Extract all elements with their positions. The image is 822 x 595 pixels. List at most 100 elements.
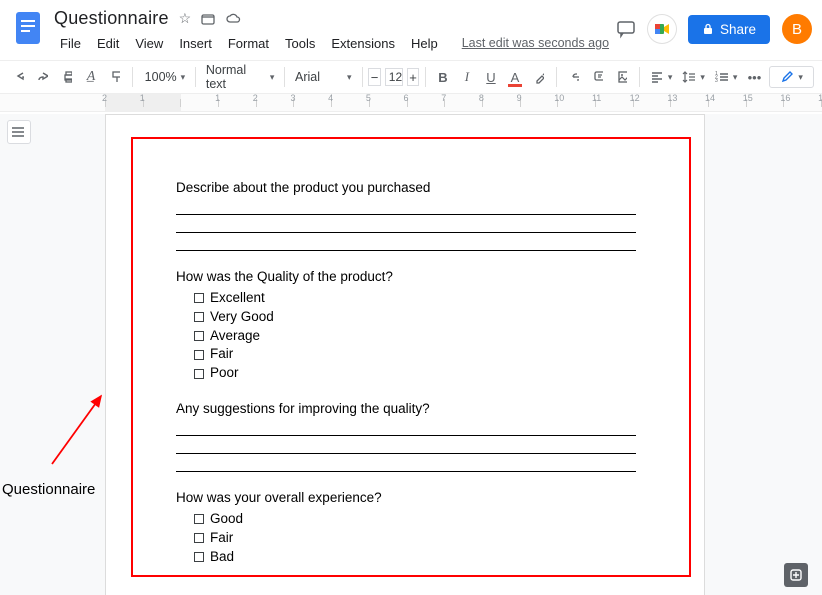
checkbox-icon	[194, 293, 204, 303]
ruler-tick: 10	[557, 99, 595, 107]
editing-mode-dropdown[interactable]: ▾	[769, 66, 814, 88]
checkbox-option[interactable]: Good	[194, 510, 636, 529]
menu-format[interactable]: Format	[222, 33, 275, 54]
paragraph-style-dropdown[interactable]: Normal text ▾	[202, 61, 279, 93]
blank-line	[176, 235, 636, 251]
chevron-down-icon: ▾	[700, 72, 705, 83]
star-icon[interactable]: ☆	[179, 10, 192, 27]
checkbox-option[interactable]: Poor	[194, 364, 636, 383]
show-outline-button[interactable]	[7, 120, 31, 144]
checkbox-option[interactable]: Excellent	[194, 289, 636, 308]
cloud-status-icon[interactable]	[225, 13, 241, 25]
blank-line	[176, 438, 636, 454]
more-tools-button[interactable]: •••	[743, 64, 765, 90]
comment-history-icon[interactable]	[616, 19, 636, 39]
ruler-tick: 1	[218, 99, 256, 107]
ruler-tick: 5	[369, 99, 407, 107]
checkbox-option[interactable]: Fair	[194, 529, 636, 548]
document-body[interactable]: Describe about the product you purchased…	[176, 180, 636, 585]
spellcheck-button[interactable]: A̲	[80, 64, 102, 90]
line-spacing-dropdown[interactable]: ▾	[678, 69, 709, 85]
last-edit-link[interactable]: Last edit was seconds ago	[456, 33, 615, 54]
bold-button[interactable]: B	[432, 64, 454, 90]
style-value: Normal text	[206, 63, 266, 91]
text-color-button[interactable]: A	[504, 64, 526, 90]
ruler-tick: 9	[520, 99, 558, 107]
option-label: Poor	[210, 365, 239, 382]
blank-line	[176, 199, 636, 215]
checkbox-option[interactable]: Very Good	[194, 308, 636, 327]
chevron-down-icon: ▾	[668, 72, 673, 83]
svg-text:3: 3	[715, 78, 718, 83]
checkbox-icon	[194, 369, 204, 379]
option-label: Bad	[210, 549, 234, 566]
chevron-down-icon: ▾	[181, 72, 186, 83]
share-button[interactable]: Share	[688, 15, 770, 44]
share-label: Share	[720, 22, 756, 37]
checkbox-option[interactable]: Bad	[194, 548, 636, 567]
menu-edit[interactable]: Edit	[91, 33, 125, 54]
checkbox-option[interactable]: Average	[194, 327, 636, 346]
insert-link-button[interactable]	[563, 64, 586, 90]
menu-extensions[interactable]: Extensions	[325, 33, 401, 54]
menu-help[interactable]: Help	[405, 33, 444, 54]
list-dropdown[interactable]: 123▾	[711, 69, 742, 85]
menu-insert[interactable]: Insert	[173, 33, 218, 54]
add-comment-button[interactable]	[587, 64, 609, 90]
header-right: Share B	[616, 14, 812, 44]
document-title[interactable]: Questionnaire	[54, 8, 169, 29]
title-row: Questionnaire ☆	[52, 6, 616, 31]
ruler-tick: 3	[293, 99, 331, 107]
ruler-tick: 13	[670, 99, 708, 107]
annotation-arrow-icon	[2, 369, 102, 479]
menu-tools[interactable]: Tools	[279, 33, 321, 54]
document-page[interactable]: Describe about the product you purchased…	[105, 114, 705, 595]
horizontal-ruler[interactable]: 21123456789101112131415161718	[0, 94, 822, 112]
move-icon[interactable]	[201, 12, 215, 26]
chevron-down-icon: ▾	[798, 72, 803, 83]
zoom-dropdown[interactable]: 100%▾	[139, 68, 190, 86]
option-label: Very Good	[210, 309, 274, 326]
toolbar: A̲ 100%▾ Normal text▾ Arial▾ − 12 + B I …	[0, 60, 822, 94]
ruler-tick: 2	[105, 99, 143, 107]
paint-format-button[interactable]	[104, 64, 126, 90]
option-label: Excellent	[210, 290, 265, 307]
print-button[interactable]	[56, 64, 78, 90]
insert-image-button[interactable]	[611, 64, 633, 90]
decrease-fontsize-button[interactable]: −	[368, 68, 381, 86]
question-1: Describe about the product you purchased	[176, 180, 636, 251]
blank-line	[176, 456, 636, 472]
pencil-icon	[780, 70, 794, 84]
menu-file[interactable]: File	[54, 33, 87, 54]
explore-button[interactable]	[784, 563, 808, 587]
font-dropdown[interactable]: Arial▾	[291, 68, 356, 86]
question-3-prompt: Any suggestions for improving the qualit…	[176, 401, 636, 418]
increase-fontsize-button[interactable]: +	[407, 68, 420, 86]
fontsize-input[interactable]: 12	[383, 64, 405, 90]
ruler-tick: 7	[444, 99, 482, 107]
redo-button[interactable]	[32, 64, 54, 90]
question-3: Any suggestions for improving the qualit…	[176, 401, 636, 472]
separator	[425, 67, 426, 87]
undo-button[interactable]	[8, 64, 30, 90]
ruler-tick	[180, 99, 218, 107]
checkbox-option[interactable]: Fair	[194, 345, 636, 364]
ruler-tick: 11	[595, 99, 633, 107]
checkbox-icon	[194, 331, 204, 341]
ruler-tick: 2	[256, 99, 294, 107]
chevron-down-icon: ▾	[270, 72, 275, 83]
underline-button[interactable]: U	[480, 64, 502, 90]
question-4-prompt: How was your overall experience?	[176, 490, 636, 507]
docs-logo-icon[interactable]	[10, 8, 46, 48]
italic-button[interactable]: I	[456, 64, 478, 90]
title-bar: Questionnaire ☆ File Edit View Insert Fo…	[0, 0, 822, 60]
font-value: Arial	[295, 70, 343, 84]
align-dropdown[interactable]: ▾	[646, 69, 677, 85]
highlight-button[interactable]	[528, 64, 550, 90]
blank-line	[176, 217, 636, 233]
meet-icon[interactable]	[648, 15, 676, 43]
account-avatar[interactable]: B	[782, 14, 812, 44]
chevron-down-icon: ▾	[733, 72, 738, 83]
annotation-label: Questionnaire	[2, 481, 95, 498]
menu-view[interactable]: View	[129, 33, 169, 54]
